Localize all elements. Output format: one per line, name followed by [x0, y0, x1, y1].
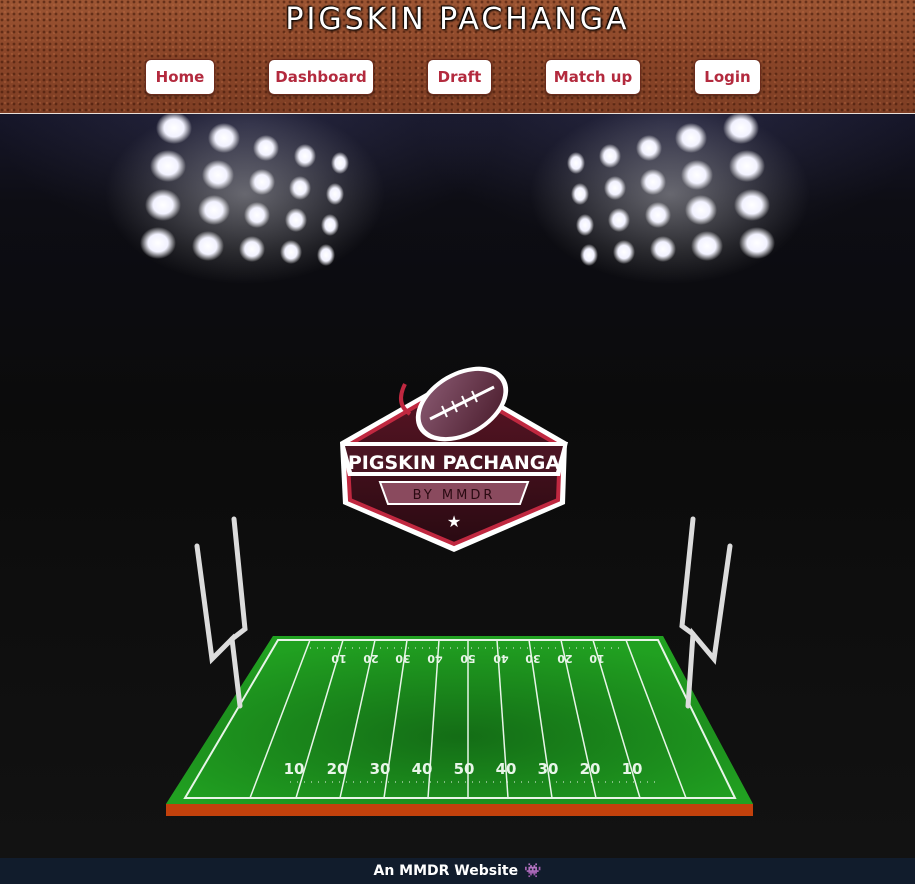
far-yard-number: 20	[557, 652, 573, 665]
site-header: PIGSKIN PACHANGA Home Dashboard Draft Ma…	[0, 0, 915, 114]
far-yard-number: 30	[525, 652, 541, 665]
near-yard-number: 40	[496, 760, 517, 778]
far-yard-number: 50	[460, 652, 476, 665]
logo-title: PIGSKIN PACHANGA	[348, 452, 561, 474]
near-yard-number: 30	[538, 760, 559, 778]
stadium-scene: PIGSKIN PACHANGA BY MMDR ★ 10 20 30 40 5…	[0, 104, 915, 858]
alien-icon: 👾	[524, 863, 542, 879]
site-footer: An MMDR Website 👾	[0, 858, 915, 884]
left-goal-post	[194, 516, 248, 709]
nav-dashboard-button[interactable]: Dashboard	[268, 59, 374, 95]
footer-text: An MMDR Website	[373, 863, 519, 879]
near-yard-number: 20	[580, 760, 601, 778]
stadium-illustration: PIGSKIN PACHANGA BY MMDR ★ 10 20 30 40 5…	[105, 104, 810, 816]
site-title: PIGSKIN PACHANGA	[285, 2, 630, 37]
nav-matchup-button[interactable]: Match up	[545, 59, 641, 95]
right-stadium-lights	[530, 104, 810, 284]
far-yard-number: 40	[427, 652, 443, 665]
near-yard-number: 40	[412, 760, 433, 778]
near-yard-number: 30	[370, 760, 391, 778]
star-icon: ★	[447, 512, 461, 531]
near-yard-number: 10	[284, 760, 305, 778]
football-field: 10 20 30 40 50 40 30 20 10 10 20 30 40 5…	[166, 636, 753, 816]
far-yard-number: 10	[589, 652, 605, 665]
near-yard-number: 20	[327, 760, 348, 778]
nav-draft-button[interactable]: Draft	[427, 59, 492, 95]
near-yard-number: 10	[622, 760, 643, 778]
far-yard-number: 10	[331, 652, 347, 665]
near-yard-number: 50	[454, 760, 475, 778]
logo-subtitle: BY MMDR	[413, 488, 496, 503]
nav-home-button[interactable]: Home	[145, 59, 215, 95]
far-yard-number: 40	[493, 652, 509, 665]
pigskin-pachanga-logo: PIGSKIN PACHANGA BY MMDR ★	[340, 366, 568, 552]
far-yard-number: 30	[395, 652, 411, 665]
nav-login-button[interactable]: Login	[694, 59, 761, 95]
far-yard-number: 20	[363, 652, 379, 665]
left-stadium-lights	[105, 104, 385, 284]
right-goal-post	[679, 516, 733, 709]
